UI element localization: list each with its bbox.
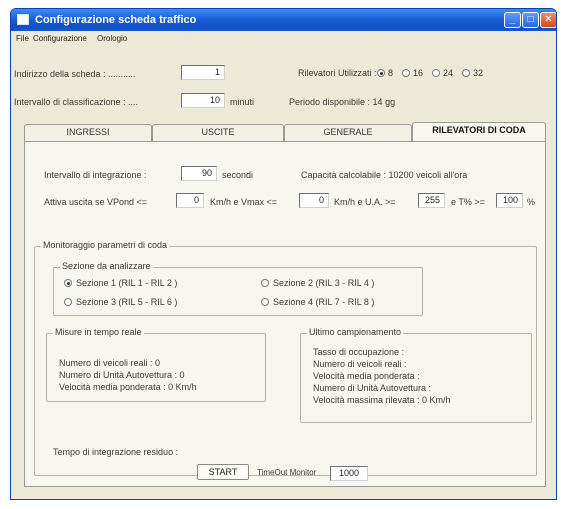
interval-field[interactable]: 10 (181, 93, 225, 108)
menu-orologio[interactable]: Orologio (97, 34, 127, 43)
ua-field[interactable]: 255 (418, 193, 445, 208)
menu-configurazione[interactable]: Configurazione (33, 34, 87, 43)
timeout-label: TimeOut Monitor (257, 468, 317, 477)
vmax-field[interactable]: 0 (299, 193, 329, 208)
t-unit: % (527, 197, 536, 207)
menu-bar: File Configurazione Orologio (11, 31, 556, 47)
tab-generale[interactable]: GENERALE (284, 124, 412, 141)
sections-legend: Sezione da analizzare (60, 261, 153, 271)
monitor-legend: Monitoraggio parametri di coda (41, 240, 170, 250)
realtime-speed: Velocità media ponderata : 0 Km/h (59, 382, 197, 392)
address-label: Indirizzo della scheda : ........... (14, 69, 136, 79)
section-3-radio[interactable] (64, 298, 72, 306)
t-label: e T% >= (451, 197, 485, 207)
residual-label: Tempo di integrazione residuo : (53, 447, 179, 457)
detectors-32-radio[interactable] (462, 69, 470, 77)
last-sample-legend: Ultimo campionamento (307, 327, 404, 337)
close-button[interactable]: ✕ (540, 12, 556, 28)
start-button[interactable]: START (197, 464, 249, 480)
integration-label: Intervallo di integrazione : (44, 170, 147, 180)
interval-unit: minuti (230, 97, 255, 107)
section-1-radio[interactable] (64, 279, 72, 287)
title-bar[interactable]: Configurazione scheda traffico _ □ ✕ (11, 9, 556, 31)
detectors-label: Rilevatori Utilizzati : (298, 68, 377, 78)
t-field[interactable]: 100 (496, 193, 523, 208)
detectors-16-label: 16 (413, 68, 424, 78)
sections-group: Sezione da analizzare Sezione 1 (RIL 1 -… (53, 261, 423, 316)
realtime-group: Misure in tempo reale Numero di veicoli … (46, 327, 266, 402)
tab-panel-rilevatori: Intervallo di integrazione : 90 secondi … (24, 141, 546, 487)
realtime-vehicles: Numero di veicoli reali : 0 (59, 358, 161, 368)
interval-label: Intervallo di classificazione : .... (14, 97, 139, 107)
menu-file[interactable]: File (16, 34, 29, 43)
tab-rilevatori-di-coda[interactable]: RILEVATORI DI CODA (412, 122, 546, 142)
monitor-group: Monitoraggio parametri di coda Sezione d… (34, 240, 537, 476)
realtime-units: Numero di Unità Autovettura : 0 (59, 370, 185, 380)
last-vehicles: Numero di veicoli reali : (313, 359, 407, 369)
timeout-field[interactable]: 1000 (330, 466, 368, 481)
capacity-label: Capacità calcolabile : 10200 veicoli all… (301, 170, 468, 180)
detectors-8-radio[interactable] (377, 69, 385, 77)
section-1-label: Sezione 1 (RIL 1 - RIL 2 ) (76, 278, 178, 288)
detectors-32-label: 32 (473, 68, 484, 78)
detectors-24-radio[interactable] (432, 69, 440, 77)
activate-label: Attiva uscita se VPond <= (44, 197, 148, 207)
window-title: Configurazione scheda traffico (35, 14, 197, 26)
last-units: Numero di Unità Autovettura : (313, 383, 432, 393)
maximize-button[interactable]: □ (522, 12, 539, 28)
section-4-label: Sezione 4 (RIL 7 - RIL 8 ) (273, 297, 375, 307)
integration-unit: secondi (222, 170, 254, 180)
ua-label: Km/h e U.A. >= (334, 197, 396, 207)
tab-uscite[interactable]: USCITE (152, 124, 284, 141)
last-occupancy: Tasso di occupazione : (313, 347, 405, 357)
detectors-16-radio[interactable] (402, 69, 410, 77)
minimize-button[interactable]: _ (504, 12, 521, 28)
period-label: Periodo disponibile : 14 gg (289, 97, 396, 107)
last-sample-group: Ultimo campionamento Tasso di occupazion… (300, 327, 532, 423)
last-avg-speed: Velocità media ponderata : (313, 371, 420, 381)
realtime-legend: Misure in tempo reale (53, 327, 144, 337)
last-max-speed: Velocità massima rilevata : 0 Km/h (313, 395, 451, 405)
detectors-8-label: 8 (388, 68, 394, 78)
main-window: Configurazione scheda traffico _ □ ✕ Fil… (10, 8, 557, 500)
section-2-label: Sezione 2 (RIL 3 - RIL 4 ) (273, 278, 375, 288)
integration-field[interactable]: 90 (181, 166, 217, 181)
vpond-field[interactable]: 0 (176, 193, 204, 208)
app-icon (17, 14, 29, 25)
address-field[interactable]: 1 (181, 65, 225, 80)
section-3-label: Sezione 3 (RIL 5 - RIL 6 ) (76, 297, 178, 307)
vmax-label: Km/h e Vmax <= (210, 197, 278, 207)
tab-ingressi[interactable]: INGRESSI (24, 124, 152, 141)
section-4-radio[interactable] (261, 298, 269, 306)
detectors-24-label: 24 (443, 68, 454, 78)
section-2-radio[interactable] (261, 279, 269, 287)
